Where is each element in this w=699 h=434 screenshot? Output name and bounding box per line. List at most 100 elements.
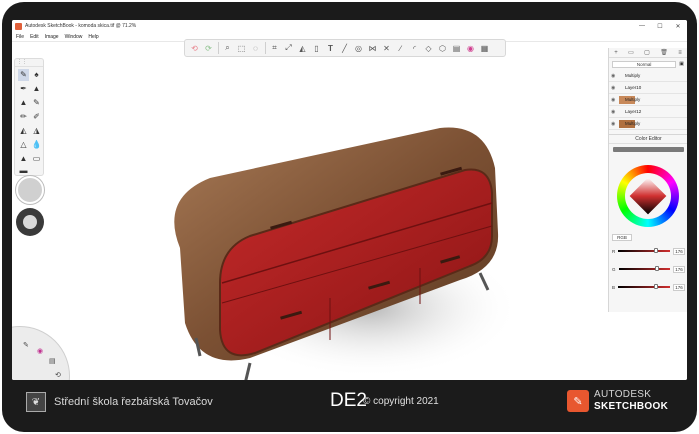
smudge-icon[interactable]: ▲ xyxy=(18,153,29,165)
layer-icon[interactable]: ▤ xyxy=(450,42,463,55)
r-value-field[interactable]: 176 xyxy=(673,247,685,255)
color-history-bar[interactable] xyxy=(613,147,684,152)
menu-file[interactable]: File xyxy=(16,34,24,40)
minimize-button[interactable]: — xyxy=(633,23,651,29)
slider-knob[interactable] xyxy=(654,284,659,289)
transform-icon[interactable]: ⤢ xyxy=(282,42,295,55)
color-mode-row: RGB xyxy=(612,233,685,241)
b-slider[interactable] xyxy=(618,284,670,289)
lagoon-layer-icon[interactable]: ▤ xyxy=(49,357,56,365)
layer-row[interactable]: ◉ Layer10 xyxy=(609,82,687,94)
add-image-icon[interactable]: ▭ xyxy=(628,49,634,56)
layer-name: Multiply xyxy=(625,73,641,78)
visibility-eye-icon[interactable]: ◉ xyxy=(611,121,617,127)
layer-toolbar: + ▭ ▢ 🗑 ≡ xyxy=(609,48,687,58)
zoom-icon[interactable]: ⌕ xyxy=(221,42,234,55)
lagoon-brush-icon[interactable]: ✎ xyxy=(23,341,29,349)
visibility-eye-icon[interactable]: ◉ xyxy=(611,73,617,79)
color-mode-dropdown[interactable]: RGB xyxy=(612,233,632,241)
synthetic-brush-icon[interactable]: ◮ xyxy=(31,125,42,137)
text-icon[interactable]: T xyxy=(324,42,337,55)
visibility-eye-icon[interactable]: ◉ xyxy=(611,97,617,103)
r-slider[interactable] xyxy=(618,248,670,253)
b-value-field[interactable]: 176 xyxy=(673,283,685,291)
close-button[interactable]: ✕ xyxy=(669,23,687,30)
visibility-eye-icon[interactable]: ◉ xyxy=(611,109,617,115)
line-icon[interactable]: ╱ xyxy=(338,42,351,55)
slider-knob[interactable] xyxy=(654,248,659,253)
pencil-brush-icon[interactable]: ✎ xyxy=(18,69,29,81)
add-layer-icon[interactable]: + xyxy=(614,50,618,56)
fill-icon[interactable]: ◭ xyxy=(296,42,309,55)
wide-brush-icon[interactable]: ◭ xyxy=(18,125,29,137)
layer-row[interactable]: ◉ Multiply xyxy=(609,94,687,106)
lagoon-undo-icon[interactable]: ⟲ xyxy=(55,371,61,379)
layer-row[interactable]: ◉ Layer12 xyxy=(609,106,687,118)
g-slider[interactable] xyxy=(618,266,670,271)
brand-autodesk: AUTODESK xyxy=(594,389,652,400)
blend-mode-dropdown[interactable]: Normal xyxy=(612,60,677,68)
copyright-text: © copyright 2021 xyxy=(363,396,439,407)
marker-icon[interactable]: ▲ xyxy=(31,83,42,95)
grid-icon[interactable]: ▦ xyxy=(478,42,491,55)
color-wheel-icon[interactable]: ◉ xyxy=(464,42,477,55)
copic-icon[interactable]: ⬡ xyxy=(436,42,449,55)
menu-window[interactable]: Window xyxy=(65,34,83,40)
ruler-icon[interactable]: ▯ xyxy=(310,42,323,55)
channel-label: R xyxy=(612,248,616,254)
redo-icon[interactable]: ⟳ xyxy=(202,42,215,55)
g-value-field[interactable]: 176 xyxy=(673,265,685,273)
color-puck[interactable] xyxy=(16,208,44,236)
app-screen: Autodesk SketchBook - komoda skica.tif @… xyxy=(12,20,687,380)
chisel-brush-icon[interactable]: ▲ xyxy=(18,97,29,109)
lock-icon[interactable]: ▣ xyxy=(679,61,684,67)
color-wheel[interactable] xyxy=(617,165,679,227)
undo-icon[interactable]: ⟲ xyxy=(188,42,201,55)
delete-layer-icon[interactable]: 🗑 xyxy=(660,49,668,56)
felt-pen-icon[interactable]: ✐ xyxy=(31,111,42,123)
water-brush-icon[interactable]: 💧 xyxy=(31,139,42,151)
ink-pen-icon[interactable]: ✒ xyxy=(18,83,29,95)
sketchbook-logo-icon: ✎ xyxy=(567,390,589,412)
current-color-swatch xyxy=(23,215,37,229)
school-logo-icon: ❦ xyxy=(26,392,46,412)
layer-name: Layer10 xyxy=(625,85,642,90)
airbrush-icon[interactable]: ♠ xyxy=(31,69,42,81)
brand-sketchbook: SKETCHBOOK xyxy=(594,401,669,412)
layer-menu-icon[interactable]: ≡ xyxy=(678,50,682,56)
channel-label: B xyxy=(612,284,616,290)
layer-row[interactable]: ◉ Multiply xyxy=(609,70,687,82)
brush-palette-header: ⋮⋮ xyxy=(15,59,43,67)
ellipse-icon[interactable]: ◎ xyxy=(352,42,365,55)
paint-brush-icon[interactable]: ✎ xyxy=(31,97,42,109)
channel-label: G xyxy=(612,266,616,272)
menu-image[interactable]: Image xyxy=(45,34,59,40)
curve-icon[interactable]: ◜ xyxy=(408,42,421,55)
lagoon-color-icon[interactable]: ◉ xyxy=(37,347,43,355)
slider-knob[interactable] xyxy=(654,266,659,271)
maximize-button[interactable]: ☐ xyxy=(651,23,669,30)
eraser-icon[interactable]: ▭ xyxy=(31,153,42,165)
sketchbook-app-icon xyxy=(15,22,22,30)
symmetry-icon[interactable]: ⋈ xyxy=(366,42,379,55)
blur-brush-icon[interactable]: △ xyxy=(18,139,29,151)
fine-brush-icon[interactable]: ✏ xyxy=(18,111,29,123)
lasso-icon[interactable]: ◌ xyxy=(249,42,262,55)
toolbar-divider xyxy=(218,42,219,54)
crop-icon[interactable]: ⌗ xyxy=(268,42,281,55)
brush-size-puck[interactable] xyxy=(16,176,44,204)
window-title: Autodesk SketchBook - komoda skica.tif @… xyxy=(25,23,137,29)
guides-icon[interactable]: ✕ xyxy=(380,42,393,55)
blend-mode-row: Normal ▣ xyxy=(612,60,684,68)
select-icon[interactable]: ⬚ xyxy=(235,42,248,55)
layer-row[interactable]: ◉ Multiply xyxy=(609,118,687,130)
perspective-icon[interactable]: ◇ xyxy=(422,42,435,55)
drawing-canvas[interactable] xyxy=(12,42,687,380)
visibility-eye-icon[interactable]: ◉ xyxy=(611,85,617,91)
menu-edit[interactable]: Edit xyxy=(30,34,39,40)
menu-help[interactable]: Help xyxy=(88,34,98,40)
stroke-icon[interactable]: ∕ xyxy=(394,42,407,55)
b-channel-row: B 176 xyxy=(612,283,685,291)
main-toolbar: ⟲ ⟳ ⌕ ⬚ ◌ ⌗ ⤢ ◭ ▯ T ╱ ◎ ⋈ ✕ ∕ ◜ ◇ ⬡ ▤ ◉ … xyxy=(184,39,506,57)
folder-icon[interactable]: ▢ xyxy=(644,49,650,56)
